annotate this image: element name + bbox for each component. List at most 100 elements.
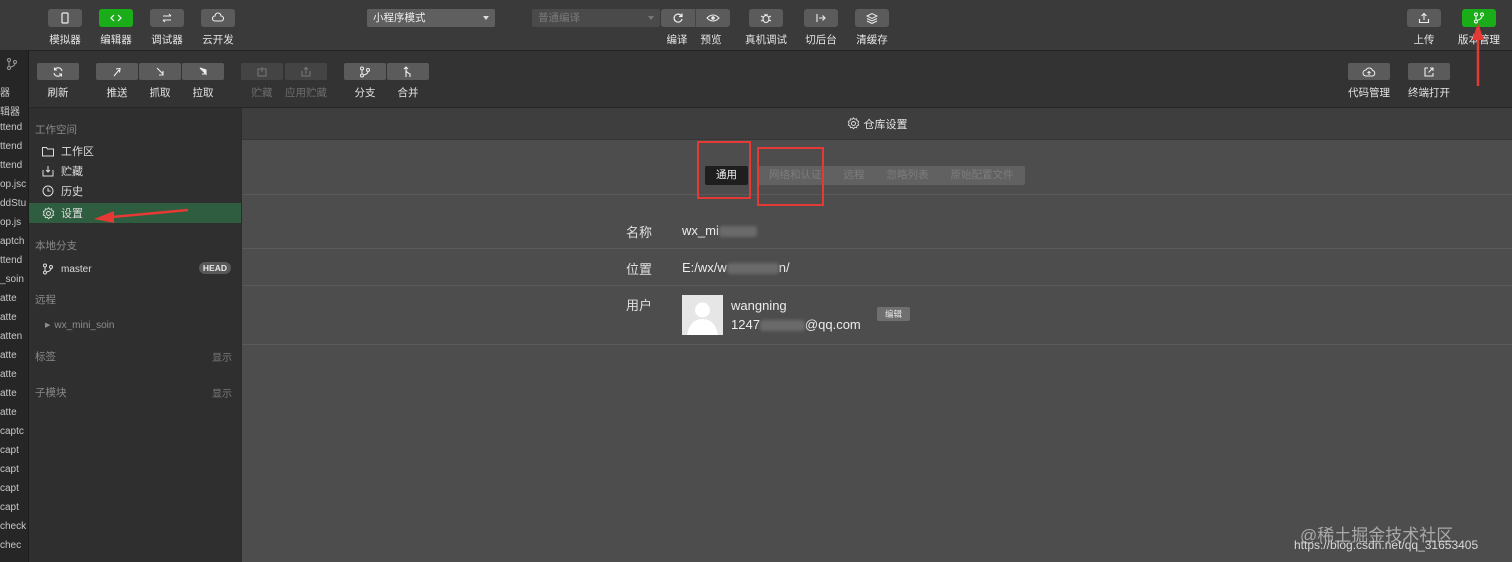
redacted-text [726,263,779,275]
file-tree-item[interactable]: ttend [0,122,22,133]
submodule-show-toggle[interactable]: 显示 [212,385,232,400]
tab-raw-config[interactable]: 原始配置文件 [939,166,1025,185]
source-control-icon[interactable] [6,57,18,74]
divider [242,344,1512,345]
editor-label: 编辑器 [100,34,132,46]
terminal-open-button[interactable] [1408,63,1450,80]
real-device-debug-button[interactable] [749,9,783,27]
compile-mode-select[interactable]: 普通编译 [532,9,660,27]
merge-label: 合并 [397,87,419,99]
stash-icon [257,66,267,76]
sidebar-item-label: 设置 [61,208,83,220]
user-label: 用户 [626,298,653,313]
tab-ignore-list[interactable]: 忽略列表 [875,166,940,185]
debugger-button[interactable] [150,9,184,27]
file-tree-item[interactable]: op.jsc [0,179,26,190]
simulator-button[interactable] [48,9,82,27]
code-manage-button[interactable] [1348,63,1390,80]
refresh-label: 刷新 [47,87,69,99]
tags-show-toggle[interactable]: 显示 [212,349,232,364]
file-tree-item[interactable]: atte [0,312,17,323]
file-tree-item[interactable]: ttend [0,255,22,266]
upload-button[interactable] [1407,9,1441,27]
file-tree-item[interactable]: capt [0,445,19,456]
push-icon [113,67,121,76]
file-tree-item[interactable]: atten [0,331,22,342]
chevron-down-icon [648,16,654,20]
fetch-icon [156,67,164,76]
edit-user-button[interactable]: 编辑 [877,307,910,321]
file-tree-item[interactable]: atte [0,369,17,380]
pull-label: 拉取 [192,87,214,99]
branch-name: master [61,263,92,275]
settings-tabs: 通用 网络和认证 远程 忽略列表 原始配置文件 [705,166,1025,185]
page-title: 仓库设置 [863,118,908,131]
stash-button[interactable] [241,63,283,80]
file-tree-item[interactable]: atte [0,388,17,399]
file-tree-item[interactable]: ddStu [0,198,26,209]
file-tree-item[interactable]: check [0,521,26,532]
file-tree-item[interactable]: capt [0,464,19,475]
folder-icon [41,144,55,158]
file-tree-item[interactable]: capt [0,502,19,513]
watermark-url: https://blog.csdn.net/qq_31653405 [1294,538,1479,552]
user-name: wangning [731,298,787,313]
switch-background-icon [816,14,826,22]
remote-heading: 远程 [35,294,56,306]
branch-icon [41,262,55,276]
file-tree-item[interactable]: 辑器 [0,103,20,118]
merge-button[interactable] [387,63,429,80]
pull-icon [199,66,207,75]
preview-button[interactable] [695,9,730,27]
vcs-toolbar: 刷新 推送 抓取 拉取 贮藏 应用贮藏 分支 合并 代码管理 终端打开 [29,51,1512,108]
code-icon [110,14,122,22]
file-tree-item[interactable]: captc [0,426,24,437]
push-button[interactable] [96,63,138,80]
compile-button[interactable] [661,9,695,27]
layers-icon [866,12,878,24]
cloud-button[interactable] [201,9,235,27]
fetch-button[interactable] [139,63,181,80]
refresh-button[interactable] [37,63,79,80]
editor-button[interactable] [99,9,133,27]
sidebar-item-history[interactable]: 历史 [29,181,241,201]
remote-item[interactable]: ▶ wx_mini_soin [29,315,241,335]
highlight-box-general-tab [697,141,751,199]
gear-icon [847,117,859,130]
file-tree-item[interactable]: atte [0,293,17,304]
caret-right-icon: ▶ [45,322,51,329]
top-toolbar: 模拟器 编辑器 调试器 云开发 小程序模式 普通编译 编译 预览 真机调试 切后… [0,0,1512,51]
highlight-box-network-tab [757,147,824,206]
apply-stash-icon [301,66,311,76]
clear-cache-button[interactable] [855,9,889,27]
file-tree-item[interactable]: _soin [0,274,24,285]
file-tree-item[interactable]: ttend [0,141,22,152]
annotation-arrow-version [1472,23,1484,86]
tab-remote[interactable]: 远程 [832,166,876,185]
pull-button[interactable] [182,63,224,80]
branch-item-master[interactable]: master HEAD [29,259,241,279]
apply-stash-button[interactable] [285,63,327,80]
sidebar-item-stash[interactable]: 贮藏 [29,161,241,181]
sidebar-item-label: 工作区 [61,146,94,158]
gear-icon [41,206,55,220]
file-tree-item[interactable]: ttend [0,160,22,171]
file-tree-item[interactable]: chec [0,540,21,551]
file-tree-item[interactable]: capt [0,483,19,494]
cloud-upload-icon [1362,67,1376,76]
sidebar-item-workspace[interactable]: 工作区 [29,141,241,161]
preview-label: 预览 [700,34,722,46]
file-tree-item[interactable]: op.js [0,217,21,228]
real-device-debug-label: 真机调试 [745,34,787,46]
mode-select[interactable]: 小程序模式 [367,9,495,27]
switch-background-button[interactable] [804,9,838,27]
branch-icon [360,66,370,77]
submodule-heading: 子模块 [35,387,67,399]
file-tree-item[interactable]: atte [0,350,17,361]
code-manage-label: 代码管理 [1348,87,1390,99]
file-tree-item[interactable]: 器 [0,84,10,99]
branch-button[interactable] [344,63,386,80]
file-tree-item[interactable]: aptch [0,236,24,247]
file-tree-item[interactable]: atte [0,407,17,418]
upload-label: 上传 [1413,34,1435,46]
